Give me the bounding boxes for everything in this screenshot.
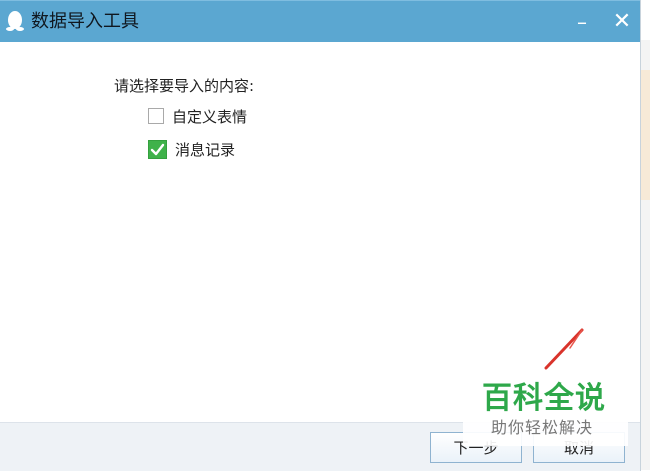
minimize-button[interactable]: – (567, 7, 597, 37)
checkmark-icon (150, 143, 165, 155)
option-custom-emoji[interactable]: 自定义表情 (148, 105, 247, 127)
checkbox-custom-emoji[interactable] (148, 108, 164, 124)
import-prompt: 请选择要导入的内容: (114, 77, 255, 95)
annotation-arrow-icon (544, 328, 584, 370)
window-title: 数据导入工具 (31, 11, 139, 32)
checkbox-message-history[interactable] (148, 139, 167, 159)
watermark-brand: 百科全说 (482, 381, 606, 416)
screen: 数据导入工具 – ✕ 请选择要导入的内容: 自定义表情 消息记录 下一步 取消 … (0, 0, 650, 471)
background-window-accent (640, 70, 650, 200)
option-message-history[interactable]: 消息记录 (148, 138, 235, 160)
penguin-icon (6, 11, 24, 31)
watermark-slogan: 助你轻松解决 (491, 418, 594, 437)
close-button[interactable]: ✕ (607, 7, 637, 37)
title-bar[interactable]: 数据导入工具 – ✕ (0, 0, 640, 42)
option-label: 自定义表情 (172, 107, 248, 126)
option-label: 消息记录 (175, 140, 236, 159)
